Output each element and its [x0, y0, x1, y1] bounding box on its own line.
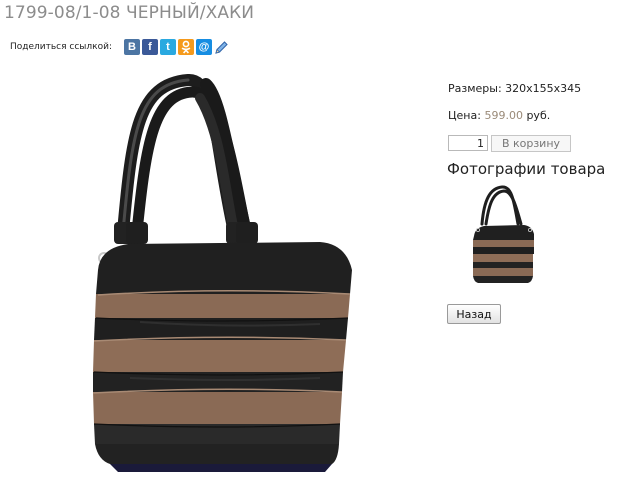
mail-ru-icon[interactable]: @: [195, 39, 212, 55]
price-value: 599.00: [484, 109, 523, 122]
product-photos-heading: Фотографии товара: [447, 160, 606, 178]
price-label: Цена:: [448, 109, 481, 122]
odnoklassniki-glyph: [181, 40, 191, 54]
size-value: 320x155x345: [505, 82, 582, 95]
handbag-thumbnail-image: [473, 185, 534, 283]
add-to-cart-button[interactable]: В корзину: [491, 135, 571, 152]
product-main-photo[interactable]: [20, 72, 420, 492]
share-bar: Поделиться ссылкой: В f t @: [10, 38, 232, 56]
vkontakte-icon[interactable]: В: [123, 39, 140, 55]
quantity-input[interactable]: [448, 135, 488, 151]
twitter-icon[interactable]: t: [159, 39, 176, 55]
share-label: Поделиться ссылкой:: [10, 42, 112, 52]
facebook-icon[interactable]: f: [141, 39, 158, 55]
pencil-glyph: [215, 40, 229, 54]
handbag-image: [92, 74, 352, 472]
product-thumbnail[interactable]: [462, 184, 546, 290]
product-title: 1799-08/1-08 ЧЕРНЫЙ/ХАКИ: [4, 3, 255, 23]
livejournal-pencil-icon[interactable]: [214, 39, 230, 55]
price-currency: руб.: [526, 109, 551, 122]
size-info: Размеры: 320x155x345: [448, 82, 581, 95]
odnoklassniki-icon[interactable]: [177, 39, 194, 55]
price-info: Цена: 599.00 руб.: [448, 109, 550, 122]
back-button[interactable]: Назад: [447, 304, 501, 324]
size-label: Размеры:: [448, 82, 502, 95]
